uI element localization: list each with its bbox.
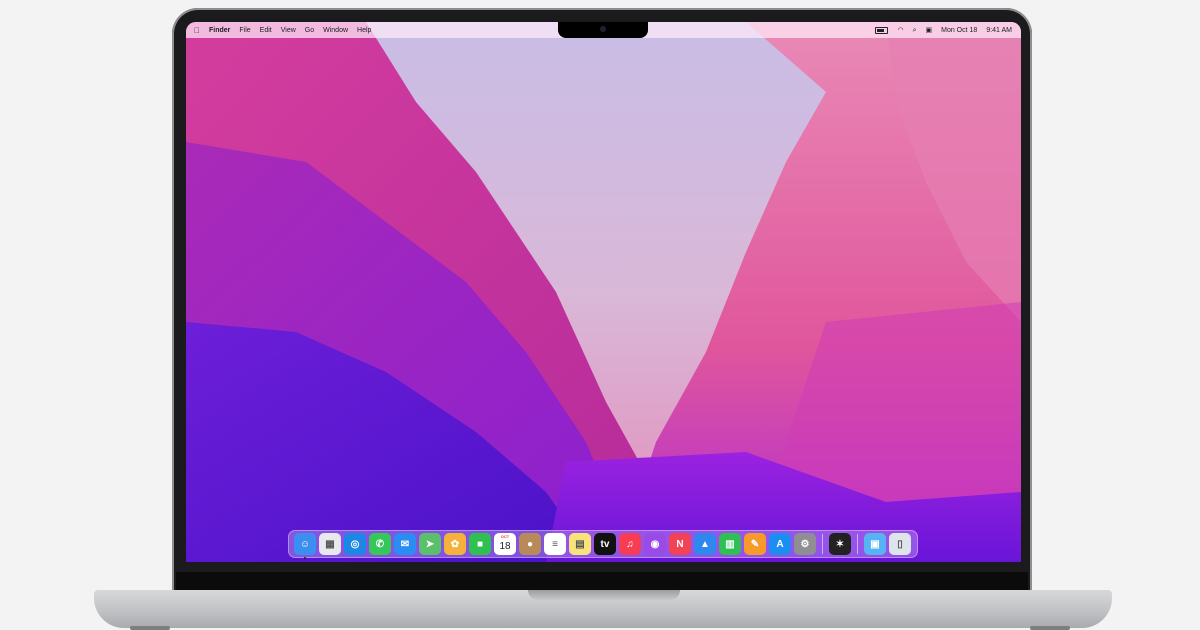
control-center-icon[interactable]: ▣ (926, 27, 933, 34)
mail-icon[interactable]: ✉ (394, 533, 416, 555)
maps-glyph: ➤ (425, 538, 435, 550)
pages-glyph: ✎ (750, 538, 760, 550)
camera-notch (558, 22, 648, 38)
keynote-glyph: ▲ (700, 538, 710, 550)
launchpad-glyph: ▦ (325, 538, 335, 550)
menu-edit[interactable]: Edit (260, 27, 272, 34)
mail-glyph: ✉ (400, 538, 410, 550)
notes-glyph: ▤ (575, 538, 585, 550)
menu-go[interactable]: Go (305, 27, 314, 34)
music-glyph: ♫ (626, 538, 634, 550)
keynote-icon[interactable]: ▲ (694, 533, 716, 555)
dock-separator (857, 534, 858, 554)
app-store-glyph: A (776, 538, 784, 550)
reminders-glyph: ≡ (552, 538, 558, 550)
final-cut-pro-glyph: ✶ (835, 538, 845, 550)
menu-finder[interactable]: Finder (209, 27, 230, 34)
menubar-date[interactable]: Mon Oct 18 (941, 27, 977, 34)
news-glyph: N (676, 538, 684, 550)
desktop-screen:  Finder File Edit View Go Window Help ◠… (186, 22, 1021, 562)
safari-icon[interactable]: ◎ (344, 533, 366, 555)
screen-bezel-bottom (176, 572, 1028, 590)
numbers-icon[interactable]: ▥ (719, 533, 741, 555)
trash-icon[interactable]: ▯ (889, 533, 911, 555)
messages-icon[interactable]: ✆ (369, 533, 391, 555)
dock: ☺ ▦ ◎ ✆ ✉ ➤ ✿ ■ OCT 18 ● ≡ ▤ tv ♫ ◉ N ▲ ▥ ✎ A ⚙ ✶ ▣ ▯ (288, 530, 918, 559)
menu-view[interactable]: View (281, 27, 296, 34)
menubar-time[interactable]: 9:41 AM (986, 27, 1012, 34)
trash-glyph: ▯ (897, 538, 903, 550)
monterey-wallpaper (186, 22, 1021, 562)
photos-glyph: ✿ (450, 538, 460, 550)
safari-glyph: ◎ (350, 538, 360, 550)
running-indicator (304, 557, 306, 559)
system-preferences-glyph: ⚙ (800, 538, 810, 550)
left-foot (130, 626, 170, 630)
menu-help[interactable]: Help (357, 27, 371, 34)
music-icon[interactable]: ♫ (619, 533, 641, 555)
pages-icon[interactable]: ✎ (744, 533, 766, 555)
news-icon[interactable]: N (669, 533, 691, 555)
reminders-icon[interactable]: ≡ (544, 533, 566, 555)
finder-glyph: ☺ (299, 538, 311, 550)
search-icon[interactable]: ⌕ (913, 27, 917, 34)
calendar-day-label: 18 (499, 541, 511, 552)
downloads-folder-icon[interactable]: ▣ (864, 533, 886, 555)
facetime-icon[interactable]: ■ (469, 533, 491, 555)
podcasts-icon[interactable]: ◉ (644, 533, 666, 555)
menu-file[interactable]: File (239, 27, 250, 34)
wifi-icon[interactable]: ◠ (897, 27, 903, 34)
finder-icon[interactable]: ☺ (294, 533, 316, 559)
system-preferences-icon[interactable]: ⚙ (794, 533, 816, 555)
tv-icon[interactable]: tv (594, 533, 616, 555)
downloads-folder-glyph: ▣ (870, 538, 880, 550)
notes-icon[interactable]: ▤ (569, 533, 591, 555)
macbook-base (94, 590, 1112, 628)
photos-icon[interactable]: ✿ (444, 533, 466, 555)
tv-glyph: tv (600, 538, 610, 550)
app-store-icon[interactable]: A (769, 533, 791, 555)
contacts-glyph: ● (526, 538, 534, 550)
lid-opening-groove (528, 590, 680, 600)
podcasts-glyph: ◉ (650, 538, 660, 550)
calendar-icon[interactable]: OCT 18 (494, 533, 516, 555)
dock-separator (822, 534, 823, 554)
facetime-glyph: ■ (476, 538, 484, 550)
launchpad-icon[interactable]: ▦ (319, 533, 341, 555)
right-foot (1030, 626, 1070, 630)
apple-logo-icon[interactable]:  (194, 26, 200, 35)
camera-icon (600, 26, 606, 32)
contacts-icon[interactable]: ● (519, 533, 541, 555)
maps-icon[interactable]: ➤ (419, 533, 441, 555)
numbers-glyph: ▥ (725, 538, 735, 550)
messages-glyph: ✆ (375, 538, 385, 550)
final-cut-pro-icon[interactable]: ✶ (829, 533, 851, 555)
menu-window[interactable]: Window (323, 27, 348, 34)
calendar-month-label: OCT (500, 534, 510, 539)
battery-icon[interactable] (875, 26, 889, 34)
